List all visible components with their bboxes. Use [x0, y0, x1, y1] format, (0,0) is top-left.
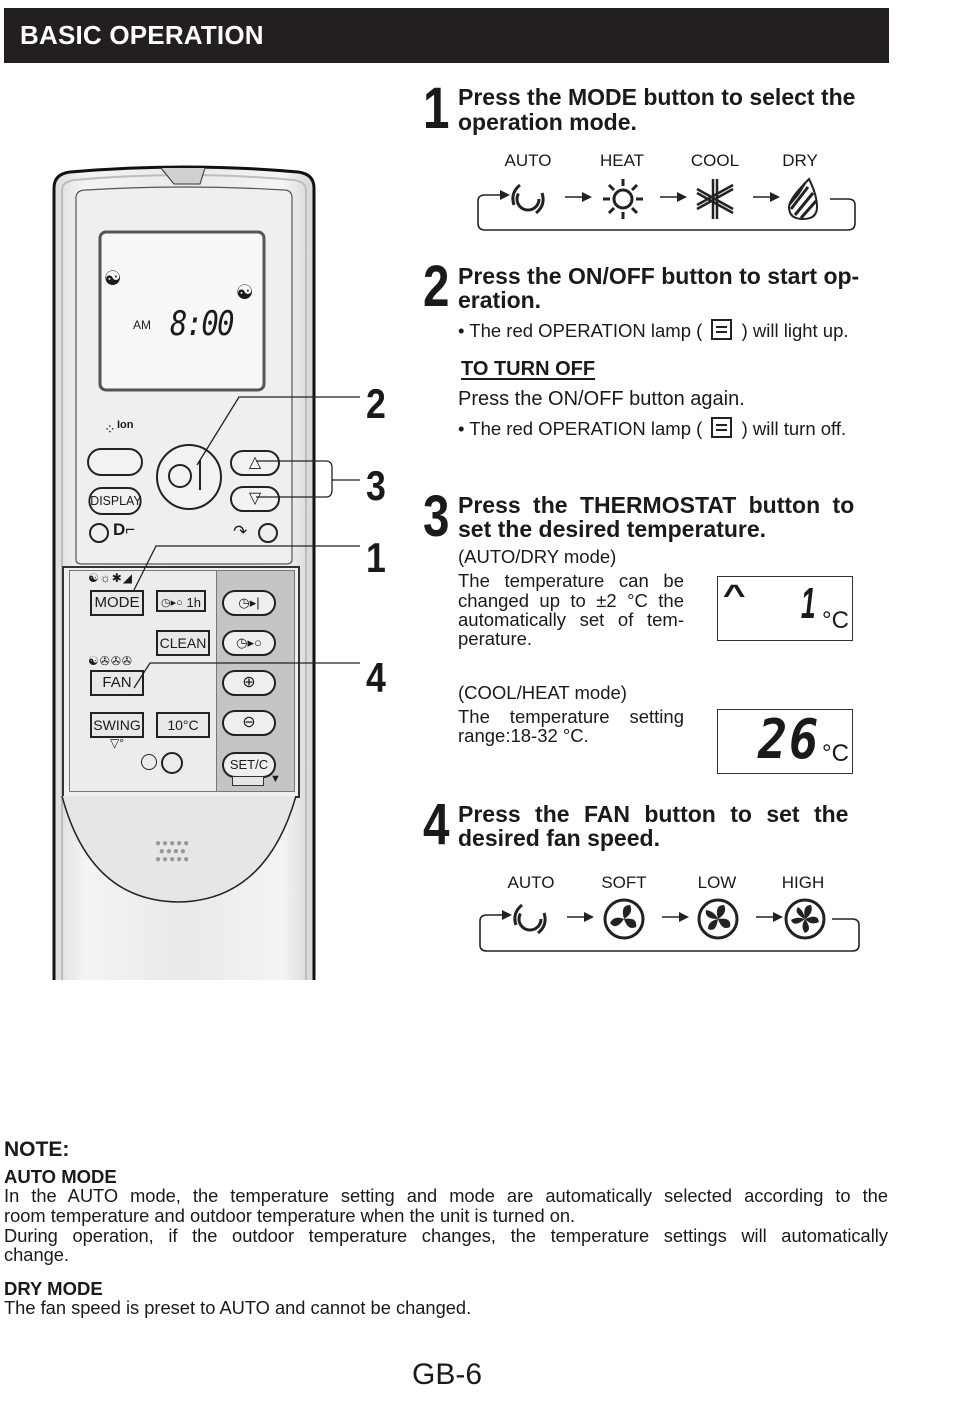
- mode-label-dry: DRY: [782, 151, 818, 170]
- fan-low-icon: [697, 898, 739, 940]
- dry-mode-text: The fan speed is preset to AUTO and cann…: [4, 1297, 472, 1318]
- fan-high-icon: [784, 898, 826, 940]
- mode-cycle-diagram: [477, 177, 856, 231]
- cool-heat-line-2: range:18-32 °C.: [458, 725, 589, 746]
- step-2-bullet-light-up: • The red OPERATION lamp ( ) will light …: [458, 319, 849, 341]
- auto-dry-line-1: The temperature can be: [458, 570, 684, 591]
- step-3-title-line1: Press the THERMOSTAT button to: [458, 492, 855, 518]
- auto-mode-line-4: change.: [4, 1244, 70, 1265]
- up-indicator-icon: ^: [722, 579, 746, 610]
- callout-3: 3: [366, 462, 386, 509]
- operation-lamp-icon: [711, 319, 733, 340]
- cool-heat-temp-display: 26 °C: [717, 708, 853, 774]
- callout-2: 2: [366, 380, 386, 427]
- mode-label-heat: HEAT: [599, 151, 645, 170]
- auto-dry-mode-label: (AUTO/DRY mode): [458, 546, 617, 567]
- step-3-title-line2: set the desired temperature.: [458, 516, 767, 542]
- fan-cycle-diagram: [479, 898, 860, 952]
- fan-label-auto: AUTO: [507, 873, 555, 892]
- fan-soft-icon: [603, 898, 645, 940]
- auto-dry-line-3: automatically set of tem-: [458, 609, 684, 630]
- turn-off-instruction: Press the ON/OFF button again.: [458, 388, 745, 410]
- droplet-icon: [787, 177, 819, 221]
- auto-dry-line-4: perature.: [458, 628, 533, 649]
- speaker-holes-icon: ●●●●● ●●●● ●●●●●: [155, 838, 191, 865]
- temp-setpoint-value: 26: [758, 708, 821, 771]
- callout-1: 1: [366, 534, 386, 581]
- step-2-title-line1: Press the ON/OFF button to start op-: [458, 263, 860, 289]
- step-1-title-line1: Press the MODE button to select the: [458, 84, 856, 110]
- note-heading: NOTE:: [4, 1138, 70, 1161]
- auto-dry-line-2: changed up to ±2 °C the: [458, 590, 684, 611]
- step-2-title-line2: eration.: [458, 287, 542, 313]
- auto-swirl-icon: [511, 183, 545, 215]
- auto-mode-line-2: room temperature and outdoor temperature…: [4, 1205, 576, 1226]
- auto-dry-temp-display: ^ 1 °C: [717, 576, 853, 641]
- temp-unit: °C: [822, 740, 849, 767]
- mode-label-auto: AUTO: [504, 151, 552, 170]
- mode-label-cool: COOL: [690, 151, 740, 170]
- auto-swirl-icon: [513, 903, 547, 935]
- to-turn-off-heading: TO TURN OFF: [461, 358, 596, 380]
- step-4-title-line2: desired fan speed.: [458, 825, 660, 851]
- sun-icon: [603, 179, 643, 219]
- step-4-title-line1: Press the FAN button to set the: [458, 801, 849, 827]
- temp-offset-value: 1: [800, 579, 816, 628]
- step-1-title-line2: operation mode.: [458, 109, 637, 135]
- temp-unit: °C: [822, 607, 849, 634]
- page-number: GB-6: [412, 1358, 483, 1391]
- operation-lamp-icon: [711, 417, 733, 438]
- fan-label-low: LOW: [697, 873, 737, 892]
- step-2-bullet-turn-off: • The red OPERATION lamp ( ) will turn o…: [458, 417, 847, 439]
- step-4-number: 4: [423, 792, 450, 857]
- auto-mode-line-3: During operation, if the outdoor tempera…: [4, 1225, 888, 1246]
- step-2-number: 2: [423, 254, 450, 319]
- snowflake-icon: [696, 179, 734, 219]
- fan-label-soft: SOFT: [601, 873, 647, 892]
- fan-label-high: HIGH: [781, 873, 825, 892]
- callout-4: 4: [366, 654, 386, 701]
- auto-mode-line-1: In the AUTO mode, the temperature settin…: [4, 1185, 888, 1206]
- cool-heat-mode-label: (COOL/HEAT mode): [458, 682, 627, 703]
- step-3-number: 3: [423, 484, 450, 549]
- step-1-number: 1: [423, 76, 450, 141]
- cool-heat-line-1: The temperature setting: [458, 706, 684, 727]
